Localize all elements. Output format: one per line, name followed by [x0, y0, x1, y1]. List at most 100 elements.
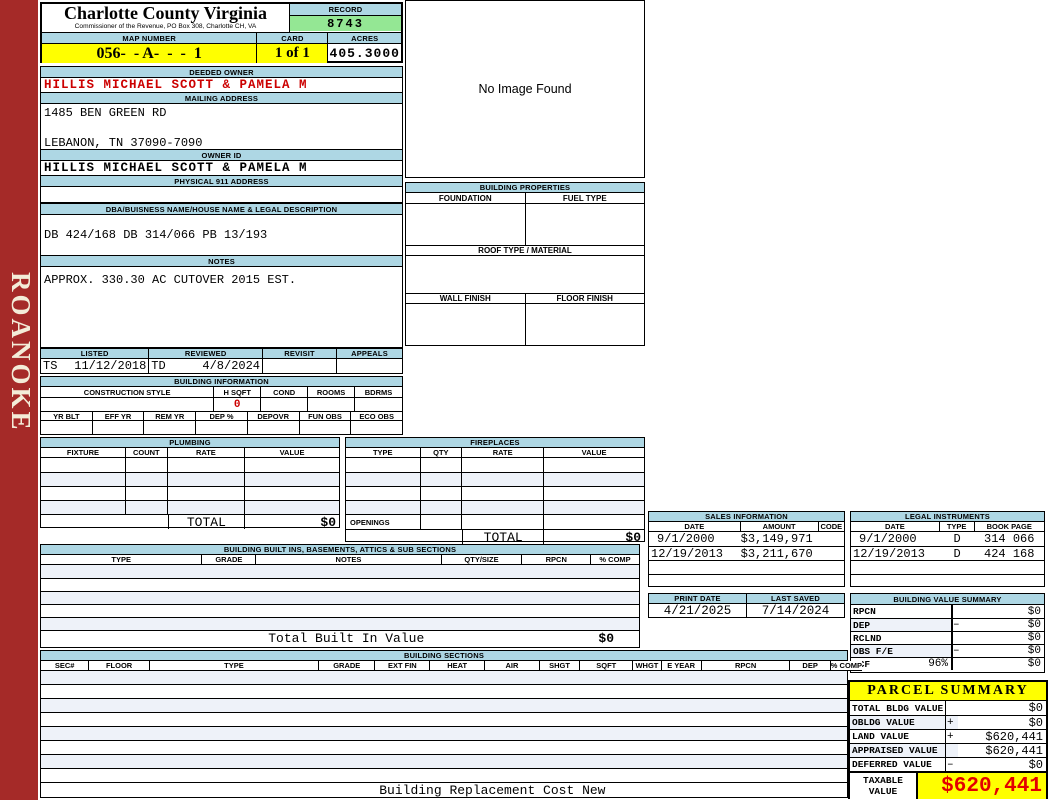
section-empty-row — [41, 684, 847, 698]
section-empty-row — [41, 740, 847, 754]
bvs-label-cell: OBS F/E — [851, 645, 951, 657]
bvs-sign — [951, 605, 963, 618]
sales-code — [819, 532, 844, 546]
plumbing-table: PLUMBING FIXTURE COUNT RATE VALUE TOTAL … — [40, 437, 340, 528]
mailing-address-box: 1485 BEN GREEN RD LEBANON, TN 37090-7090 — [41, 104, 402, 150]
floor-header: FLOOR — [89, 661, 149, 671]
empty-cell — [421, 487, 463, 500]
heat-header: HEAT — [430, 661, 485, 671]
parcel-value: $0 — [958, 701, 1046, 715]
sales-date: 12/19/2013 — [649, 547, 741, 560]
empty-cell — [168, 458, 245, 472]
roof-label: ROOF TYPE / MATERIAL — [406, 245, 644, 256]
listed-header: LISTED — [41, 349, 149, 359]
fireplaces-title: FIREPLACES — [346, 438, 644, 448]
bvs-title: BUILDING VALUE SUMMARY — [851, 594, 1044, 605]
empty-cell — [126, 473, 168, 486]
print-date-label: PRINT DATE — [649, 594, 747, 604]
taxable-value: $620,441 — [918, 773, 1046, 799]
empty-cell — [462, 473, 544, 486]
record-value: 8743 — [290, 16, 401, 31]
bvs-label-cell: DEP — [851, 619, 951, 631]
empty-cell — [462, 515, 544, 529]
dba-box: DB 424/168 DB 314/066 PB 13/193 — [41, 215, 402, 256]
bvs-value: $0 — [963, 605, 1044, 618]
empty-cell — [245, 501, 339, 514]
parcel-row: DEFERRED VALUE – $0 — [850, 757, 1046, 771]
empty-cell — [421, 458, 463, 472]
bi-notes-header: NOTES — [256, 555, 441, 565]
bvs-row: RPCN $0 — [851, 605, 1044, 618]
remyr-header: REM YR — [144, 412, 196, 421]
sales-row: 9/1/2000 $3,149,971 — [649, 532, 844, 546]
parcel-summary: PARCEL SUMMARY TOTAL BLDG VALUE $0 OBLDG… — [848, 680, 1048, 799]
bvs-label: RPCN — [853, 606, 876, 617]
roof-value — [406, 256, 644, 293]
section-empty-row — [41, 726, 847, 740]
review-table: LISTED REVIEWED REVISIT APPEALS TS 11/12… — [40, 348, 403, 374]
mailing-address-line2: LEBANON, TN 37090-7090 — [44, 136, 402, 150]
built-ins-empty-row — [41, 617, 639, 630]
empty-cell — [168, 473, 245, 486]
parcel-row: OBLDG VALUE + $0 — [850, 715, 1046, 729]
empty-cell — [245, 473, 339, 486]
parcel-value: $0 — [958, 758, 1046, 771]
empty-cell — [346, 473, 421, 486]
county-title: Charlotte County Virginia — [42, 4, 289, 23]
building-sections-title: BUILDING SECTIONS — [41, 651, 847, 661]
fp-qty-header: QTY — [421, 448, 463, 458]
empty-cell — [544, 487, 644, 500]
map-number-label: MAP NUMBER — [42, 33, 257, 43]
whgt-header: WHGT — [633, 661, 661, 671]
empty-cell — [41, 473, 126, 486]
reviewed-date: 4/8/2024 — [202, 359, 260, 373]
legal-instruments-table: LEGAL INSTRUMENTS DATE TYPE BOOK PAGE 9/… — [850, 511, 1045, 587]
empty-cell — [41, 515, 168, 529]
parcel-label: LAND VALUE — [850, 730, 945, 743]
revisit-cell — [263, 359, 337, 373]
notes-label: NOTES — [41, 256, 402, 267]
building-sections-table: BUILDING SECTIONS SEC# FLOOR TYPE GRADE … — [40, 650, 848, 798]
empty-cell — [126, 487, 168, 500]
last-saved-value: 7/14/2024 — [747, 604, 844, 617]
rpcn-header: RPCN — [702, 661, 791, 671]
depovr-header: DEPOVR — [248, 412, 300, 421]
sales-amount-header: AMOUNT — [741, 522, 819, 532]
parcel-row: TOTAL BLDG VALUE $0 — [850, 701, 1046, 715]
effyr-value — [93, 421, 145, 434]
legal-instrument-row: 9/1/2000 D 314 066 — [851, 532, 1044, 546]
yrblt-header: YR BLT — [41, 412, 93, 421]
empty-cell — [544, 501, 644, 514]
reviewed-cell: TD 4/8/2024 — [149, 359, 263, 373]
mailing-address-label: MAILING ADDRESS — [41, 93, 402, 104]
building-properties-title: BUILDING PROPERTIES — [406, 183, 644, 193]
sales-empty-row — [649, 560, 844, 574]
empty-cell — [346, 487, 421, 500]
empty-cell — [346, 530, 462, 544]
revisit-header: REVISIT — [263, 349, 337, 359]
section-empty-row — [41, 698, 847, 712]
fireplaces-empty-row — [346, 486, 644, 500]
sales-date: 9/1/2000 — [649, 532, 741, 546]
empty-cell — [41, 631, 268, 646]
type-header: TYPE — [150, 661, 319, 671]
legal-description-block: DBA/BUISNESS NAME/HOUSE NAME & LEGAL DES… — [40, 203, 403, 348]
owner-id-value: HILLIS MICHAEL SCOTT & PAMELA M — [41, 161, 402, 176]
sales-date-header: DATE — [649, 522, 741, 532]
bvs-row: LCF 96% $0 — [851, 657, 1044, 670]
section-empty-row — [41, 754, 847, 768]
air-header: AIR — [485, 661, 540, 671]
plumbing-empty-row — [41, 486, 339, 500]
built-ins-total-label: Total Built In Value — [268, 631, 424, 646]
li-type: D — [940, 532, 975, 546]
floor-finish-label: FLOOR FINISH — [526, 294, 645, 304]
parcel-label: OBLDG VALUE — [850, 716, 945, 729]
fireplaces-total-label: TOTAL — [462, 530, 544, 544]
bvs-row: OBS F/E – $0 — [851, 644, 1044, 657]
empty-cell — [544, 473, 644, 486]
taxable-row: TAXABLE VALUE $620,441 — [850, 771, 1046, 799]
dba-text: DB 424/168 DB 314/066 PB 13/193 — [44, 228, 267, 242]
foundation-value — [406, 204, 526, 245]
empty-cell — [421, 515, 463, 529]
owner-block: DEEDED OWNER HILLIS MICHAEL SCOTT & PAME… — [40, 66, 403, 203]
